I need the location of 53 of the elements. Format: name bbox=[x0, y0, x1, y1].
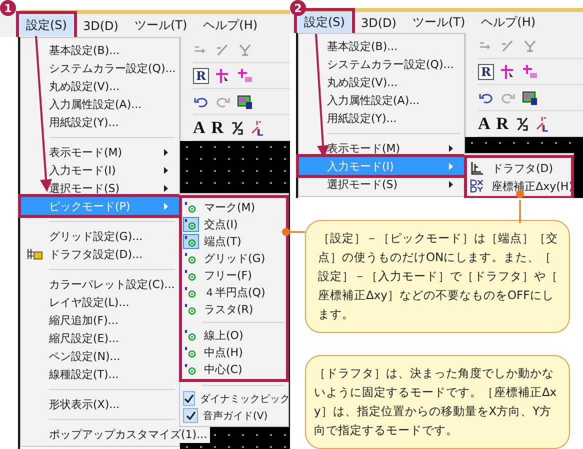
drafter-settings-icon bbox=[27, 248, 43, 260]
submenu-arrow-icon bbox=[449, 180, 453, 188]
dimension-icon[interactable] bbox=[250, 120, 264, 136]
fraction-icon[interactable] bbox=[514, 116, 529, 132]
submenu-item[interactable]: 端点(T) bbox=[180, 233, 288, 250]
raster-button[interactable]: R bbox=[193, 68, 209, 84]
callout-text: ［ドラフタ］は、決まった角度でしか動かないように固定するモードです。［座標補正Δxy］は、指定位置からの移動量をX方向、Y方向で指定するモードです。 bbox=[314, 365, 558, 439]
callout-text: ［設定］－［ピックモード］は［端点］［交点］の使うものだけONにします。また、［設定］－［入力モード］で［ドラフタ］や［座標補正Δxy］などの不要なものをOFFにします。 bbox=[318, 230, 559, 323]
submenu-arrow-icon bbox=[164, 148, 168, 156]
add-icon[interactable] bbox=[522, 64, 538, 80]
step-badge: 1 bbox=[0, 0, 16, 16]
submenu-arrow-icon bbox=[449, 144, 453, 152]
submenu-item[interactable]: 中心(C) bbox=[180, 361, 288, 378]
cursor-icon[interactable] bbox=[500, 64, 516, 80]
menu-title[interactable]: ヘルプ(H) bbox=[475, 12, 542, 33]
menu-title[interactable]: ヘルプ(H) bbox=[197, 15, 264, 36]
submenu-arrow-icon bbox=[164, 166, 168, 174]
submenu-item[interactable]: ラスタ(R) bbox=[180, 301, 288, 318]
leader-line bbox=[282, 228, 305, 236]
submenu-item[interactable]: フリー(F) bbox=[180, 267, 288, 284]
fraction-icon[interactable] bbox=[230, 120, 244, 136]
dimension-icon[interactable] bbox=[534, 116, 549, 132]
submenu-arrow-icon bbox=[164, 184, 168, 192]
submenu-arrow-icon bbox=[164, 202, 168, 210]
menu-title[interactable]: 3D(D) bbox=[76, 16, 124, 34]
menu-title[interactable]: 3D(D) bbox=[354, 14, 402, 32]
step-badge: 2 bbox=[290, 0, 306, 16]
menu-title[interactable]: 設定(S) bbox=[20, 15, 73, 36]
coordinate-icon bbox=[470, 179, 484, 193]
monitor-icon[interactable] bbox=[522, 90, 538, 106]
submenu-arrow-icon bbox=[449, 162, 453, 170]
text-tool[interactable]: R bbox=[496, 114, 509, 134]
submenu-item[interactable]: グリッド(G) bbox=[180, 250, 288, 267]
text-tool[interactable]: A bbox=[478, 114, 490, 134]
submenu-item[interactable]: 線上(O) bbox=[180, 327, 288, 344]
submenu-item[interactable]: 交点(I) bbox=[180, 216, 288, 233]
menu-title[interactable]: 設定(S) bbox=[298, 12, 351, 33]
submenu-item[interactable]: ドラフタ(D) bbox=[465, 159, 573, 177]
submenu-item[interactable]: 中点(H) bbox=[180, 344, 288, 361]
submenu-item[interactable]: ダイナミックピック bbox=[180, 390, 288, 407]
text-tool[interactable]: A bbox=[193, 118, 206, 138]
monitor-icon[interactable] bbox=[237, 94, 253, 110]
text-tool[interactable]: R bbox=[211, 118, 224, 138]
submenu-item[interactable]: 音声ガイド(V) bbox=[180, 407, 288, 424]
leader-line bbox=[516, 190, 524, 223]
raster-button[interactable]: R bbox=[478, 64, 494, 80]
menu-title[interactable]: ツール(T) bbox=[128, 15, 194, 36]
cursor-icon[interactable] bbox=[214, 68, 231, 84]
menu-title[interactable]: ツール(T) bbox=[406, 12, 472, 33]
add-icon[interactable] bbox=[236, 68, 253, 84]
ruler-icon bbox=[470, 161, 484, 175]
submenu-item[interactable]: ４半円点(Q) bbox=[180, 284, 288, 301]
submenu-item[interactable]: マーク(M) bbox=[180, 199, 288, 216]
